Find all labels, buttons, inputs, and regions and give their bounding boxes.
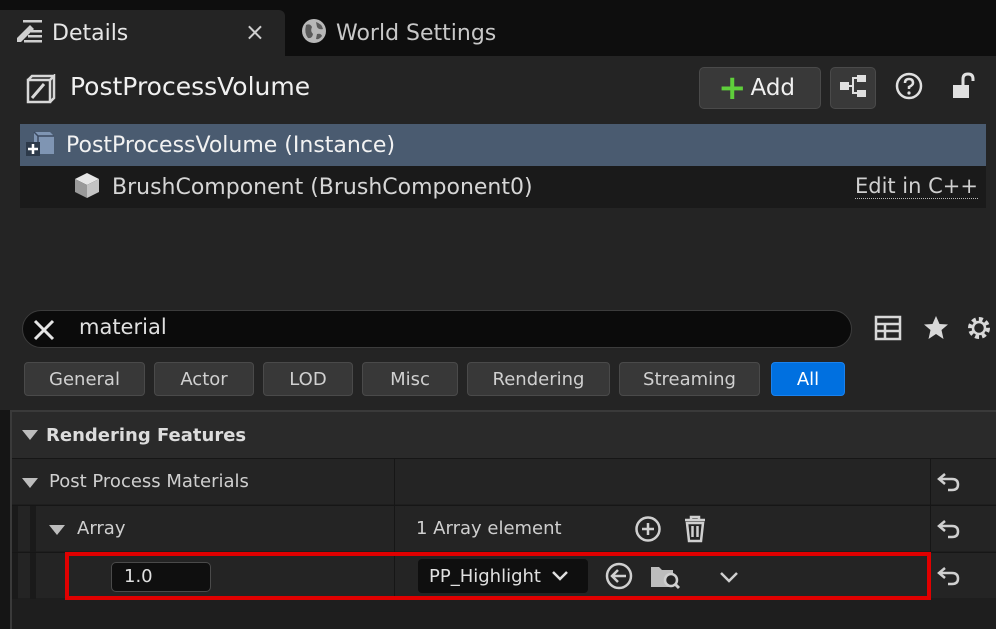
blueprint-hierarchy-icon xyxy=(838,73,868,103)
filter-misc[interactable]: Misc xyxy=(362,362,458,396)
search-text: material xyxy=(79,315,167,339)
tree-row-instance[interactable]: PostProcessVolume (Instance) xyxy=(20,124,986,166)
plus-icon: + xyxy=(718,68,747,108)
column-divider xyxy=(930,459,931,505)
reset-to-default-icon[interactable] xyxy=(936,564,962,588)
filter-lod[interactable]: LOD xyxy=(263,362,353,396)
property-grid: Rendering Features Post Process Material… xyxy=(10,410,996,629)
add-element-icon[interactable] xyxy=(634,515,662,547)
property-row-array-element: 1.0 PP_Highlight xyxy=(12,552,996,599)
tab-bar: Details × World Settings xyxy=(0,0,996,58)
browse-folder-icon[interactable] xyxy=(649,561,681,595)
column-divider xyxy=(394,459,395,505)
filter-streaming[interactable]: Streaming xyxy=(619,362,760,396)
column-divider xyxy=(930,506,931,552)
expand-options-chevron-icon[interactable] xyxy=(719,569,739,588)
empty-grid-area xyxy=(12,600,996,629)
chevron-down-icon xyxy=(551,566,569,587)
post-process-volume-icon xyxy=(26,72,56,108)
star-icon[interactable] xyxy=(921,313,951,343)
indent-guide xyxy=(12,506,18,552)
close-icon[interactable]: × xyxy=(245,18,265,46)
filter-all[interactable]: All xyxy=(771,362,845,396)
column-divider xyxy=(930,553,931,599)
blueprint-button[interactable] xyxy=(830,67,876,109)
instance-label: PostProcessVolume (Instance) xyxy=(66,132,396,158)
tab-details-label: Details xyxy=(52,20,129,46)
cube-icon xyxy=(72,170,102,204)
gear-icon[interactable] xyxy=(964,313,994,343)
category-rendering-features[interactable]: Rendering Features xyxy=(12,412,996,458)
material-asset-name: PP_Highlight xyxy=(429,565,541,587)
add-button-label: Add xyxy=(750,75,796,101)
column-divider xyxy=(394,506,395,552)
material-asset-combo[interactable]: PP_Highlight xyxy=(418,559,588,593)
unlock-icon xyxy=(949,71,977,105)
tab-world-settings[interactable]: World Settings xyxy=(290,10,570,56)
post-process-materials-label: Post Process Materials xyxy=(49,471,249,492)
reset-to-default-icon[interactable] xyxy=(936,470,962,494)
component-tree: PostProcessVolume (Instance) BrushCompon… xyxy=(20,124,986,210)
expand-triangle-icon[interactable] xyxy=(49,525,65,535)
tree-row-brush-component[interactable]: BrushComponent (BrushComponent0) Edit in… xyxy=(20,166,986,208)
trash-icon[interactable] xyxy=(682,514,708,548)
help-button[interactable] xyxy=(886,67,932,109)
tab-details[interactable]: Details × xyxy=(0,10,285,56)
indent-guide xyxy=(30,553,36,599)
brush-component-label: BrushComponent (BrushComponent0) xyxy=(112,174,533,200)
column-divider xyxy=(394,553,395,599)
indent-guide xyxy=(12,553,18,599)
question-icon xyxy=(894,71,924,105)
property-row-array: Array 1 Array element xyxy=(12,505,996,552)
filter-rendering[interactable]: Rendering xyxy=(467,362,610,396)
table-view-icon[interactable] xyxy=(873,313,903,343)
pencil-list-icon xyxy=(14,16,44,50)
filter-general[interactable]: General xyxy=(24,362,145,396)
tab-world-settings-label: World Settings xyxy=(336,20,497,46)
array-label: Array xyxy=(77,518,126,539)
actor-name: PostProcessVolume xyxy=(70,72,311,101)
expand-triangle-icon[interactable] xyxy=(22,478,38,488)
indent-guide xyxy=(30,506,36,552)
clear-search-icon[interactable] xyxy=(31,317,57,343)
expand-triangle-icon[interactable] xyxy=(22,430,38,440)
add-component-button[interactable]: + Add xyxy=(699,67,821,109)
property-row-post-process-materials: Post Process Materials xyxy=(12,458,996,505)
use-selected-asset-icon[interactable] xyxy=(604,561,634,595)
edit-in-cpp-link[interactable]: Edit in C++ xyxy=(854,174,978,199)
search-area: material General Actor LOD Misc Renderin… xyxy=(0,298,996,410)
globe-icon xyxy=(300,17,328,49)
lock-button[interactable] xyxy=(940,67,986,109)
category-label: Rendering Features xyxy=(46,424,247,446)
array-count: 1 Array element xyxy=(416,518,562,539)
details-header: PostProcessVolume + Add PostProcessVolum… xyxy=(0,56,996,298)
reset-to-default-icon[interactable] xyxy=(936,517,962,541)
search-input[interactable]: material xyxy=(22,310,852,348)
filter-actor[interactable]: Actor xyxy=(154,362,254,396)
actor-instance-icon xyxy=(26,128,56,162)
weight-input[interactable]: 1.0 xyxy=(111,562,211,592)
